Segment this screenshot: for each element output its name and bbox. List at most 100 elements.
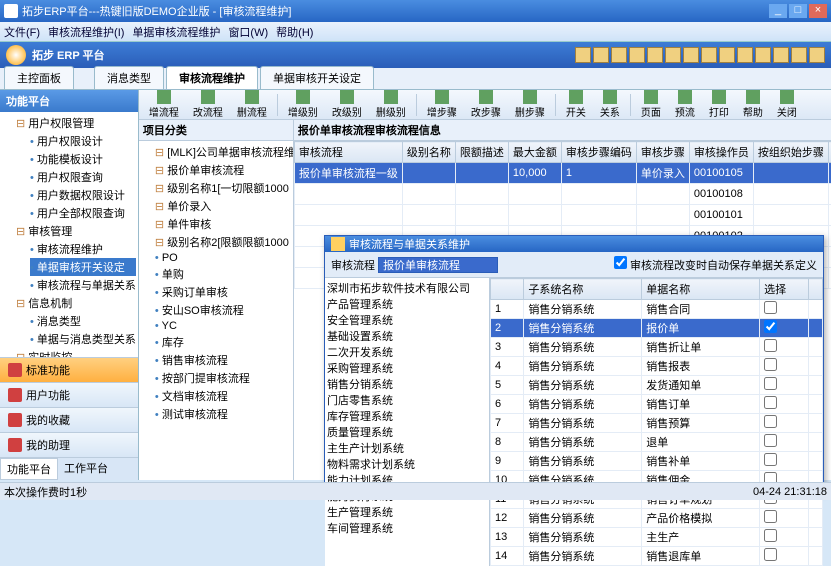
proj-node[interactable]: 报价单审核流程 [155,161,291,179]
select-checkbox[interactable] [764,548,777,561]
project-tree[interactable]: [MLK]公司单据审核流程维护报价单审核流程级别名称1[一切限额1000单价录入… [139,141,293,425]
tree-node[interactable]: 实时监控 [16,348,136,357]
tbtn-增步骤[interactable]: 增步骤 [421,89,463,120]
nav-3[interactable]: 我的助理 [0,432,138,457]
quick-icon[interactable] [791,47,807,63]
dlg-row[interactable]: 12销售分销系统产品价格模拟 [491,509,823,528]
tbtn-关闭[interactable]: 关闭 [771,89,803,120]
select-checkbox[interactable] [764,339,777,352]
dlg-row[interactable]: 14销售分销系统销售退库单 [491,547,823,566]
tree-leaf[interactable]: 功能模板设计 [30,150,136,168]
bottom-tab-work[interactable]: 工作平台 [58,458,114,480]
close-button[interactable]: × [809,4,827,18]
tbtn-删流程[interactable]: 删流程 [231,89,273,120]
dlg-row[interactable]: 3销售分销系统销售折让单 [491,338,823,357]
select-checkbox[interactable] [764,453,777,466]
tree-leaf[interactable]: 消息类型 [30,312,136,330]
tree-node[interactable]: 用户权限管理 [16,114,136,132]
select-checkbox[interactable] [764,358,777,371]
quick-icon[interactable] [809,47,825,63]
menu-file[interactable]: 文件(F) [4,24,40,40]
dlg-row[interactable]: 9销售分销系统销售补单 [491,452,823,471]
tree-leaf[interactable]: 单据与消息类型关系 [30,330,136,348]
dlg-tree-node[interactable]: 车间管理系统 [327,520,487,536]
dlg-tree-node[interactable]: 安全管理系统 [327,312,487,328]
dlg-tree-node[interactable]: 物料需求计划系统 [327,456,487,472]
filter-input[interactable] [378,257,498,273]
tbtn-帮助[interactable]: 帮助 [737,89,769,120]
proj-node[interactable]: 安山SO审核流程 [155,301,291,319]
quick-icon[interactable] [593,47,609,63]
menu-audit[interactable]: 审核流程维护(I) [48,24,124,40]
tree-leaf[interactable]: 用户权限查询 [30,168,136,186]
quick-icon[interactable] [611,47,627,63]
dlg-tree-node[interactable]: 二次开发系统 [327,344,487,360]
quick-icon[interactable] [683,47,699,63]
tbtn-删步骤[interactable]: 删步骤 [509,89,551,120]
col-header[interactable]: 审核步骤 [636,142,689,163]
tree-leaf[interactable]: 审核流程维护 [30,240,136,258]
col-header[interactable]: 级别名称 [402,142,455,163]
proj-node[interactable]: 级别名称2[限额限额1000 [155,233,291,251]
tbtn-删级别[interactable]: 删级别 [370,89,412,120]
proj-node[interactable]: 按部门提审核流程 [155,369,291,387]
dlg-col[interactable]: 选择 [760,279,809,300]
dlg-row[interactable]: 5销售分销系统发货通知单 [491,376,823,395]
minimize-button[interactable]: _ [769,4,787,18]
autosave-label[interactable]: 审核流程改变时自动保存单据关系定义 [614,256,817,273]
tbtn-打印[interactable]: 打印 [703,89,735,120]
grid-row[interactable]: 报价单审核流程一级10,0001单价录入001001050郭方方不可越级正常 [294,163,831,184]
proj-node[interactable]: YC [155,319,291,333]
proj-node[interactable]: 销售审核流程 [155,351,291,369]
tab-audit-switch[interactable]: 单据审核开关设定 [260,66,374,89]
select-checkbox[interactable] [764,415,777,428]
proj-node[interactable]: 文档审核流程 [155,387,291,405]
col-header[interactable]: 按组织始步骤 [753,142,828,163]
select-checkbox[interactable] [764,301,777,314]
dlg-tree-node[interactable]: 基础设置系统 [327,328,487,344]
proj-node[interactable]: 库存 [155,333,291,351]
proj-node[interactable]: 单价录入 [155,197,291,215]
tree-node[interactable]: 审核管理 [16,222,136,240]
dlg-row[interactable]: 4销售分销系统销售报表 [491,357,823,376]
select-checkbox[interactable] [764,396,777,409]
col-header[interactable]: 审核步骤编码 [561,142,636,163]
select-checkbox[interactable] [764,510,777,523]
proj-node[interactable]: 单购 [155,265,291,283]
tab-dashboard[interactable]: 主控面板 [4,66,74,89]
dlg-row[interactable]: 6销售分销系统销售订单 [491,395,823,414]
dlg-col[interactable]: 单据名称 [642,279,760,300]
select-checkbox[interactable] [764,434,777,447]
tree-leaf[interactable]: 用户权限设计 [30,132,136,150]
quick-icon[interactable] [737,47,753,63]
proj-node[interactable]: [MLK]公司单据审核流程维护 [155,143,291,161]
tbtn-改流程[interactable]: 改流程 [187,89,229,120]
dialog-grid[interactable]: 子系统名称单据名称选择1销售分销系统销售合同2销售分销系统报价单3销售分销系统销… [490,278,823,566]
nav-1[interactable]: 用户功能 [0,382,138,407]
tbtn-增级别[interactable]: 增级别 [282,89,324,120]
dlg-tree-node[interactable]: 质量管理系统 [327,424,487,440]
dlg-col[interactable] [808,279,822,300]
quick-icon[interactable] [755,47,771,63]
dlg-row[interactable]: 7销售分销系统销售预算 [491,414,823,433]
quick-icon[interactable] [773,47,789,63]
menu-window[interactable]: 窗口(W) [228,24,268,40]
proj-node[interactable]: 采购订单审核 [155,283,291,301]
grid-row[interactable]: 001001010管浦菱正常 [294,205,831,226]
tree-leaf[interactable]: 单据审核开关设定 [30,258,136,276]
quick-icon[interactable] [719,47,735,63]
tbtn-改级别[interactable]: 改级别 [326,89,368,120]
col-header[interactable]: 审核流程 [294,142,402,163]
dlg-row[interactable]: 13销售分销系统主生产 [491,528,823,547]
tree-leaf[interactable]: 用户数据权限设计 [30,186,136,204]
select-checkbox[interactable] [764,320,777,333]
dlg-tree-node[interactable]: 采购管理系统 [327,360,487,376]
nav-0[interactable]: 标准功能 [0,357,138,382]
dialog-titlebar[interactable]: 审核流程与单据关系维护 [325,236,823,252]
dlg-row[interactable]: 8销售分销系统退单 [491,433,823,452]
select-checkbox[interactable] [764,529,777,542]
dlg-tree-node[interactable]: 销售分销系统 [327,376,487,392]
bottom-tab-fn[interactable]: 功能平台 [0,458,58,480]
proj-node[interactable]: PO [155,251,291,265]
select-checkbox[interactable] [764,377,777,390]
